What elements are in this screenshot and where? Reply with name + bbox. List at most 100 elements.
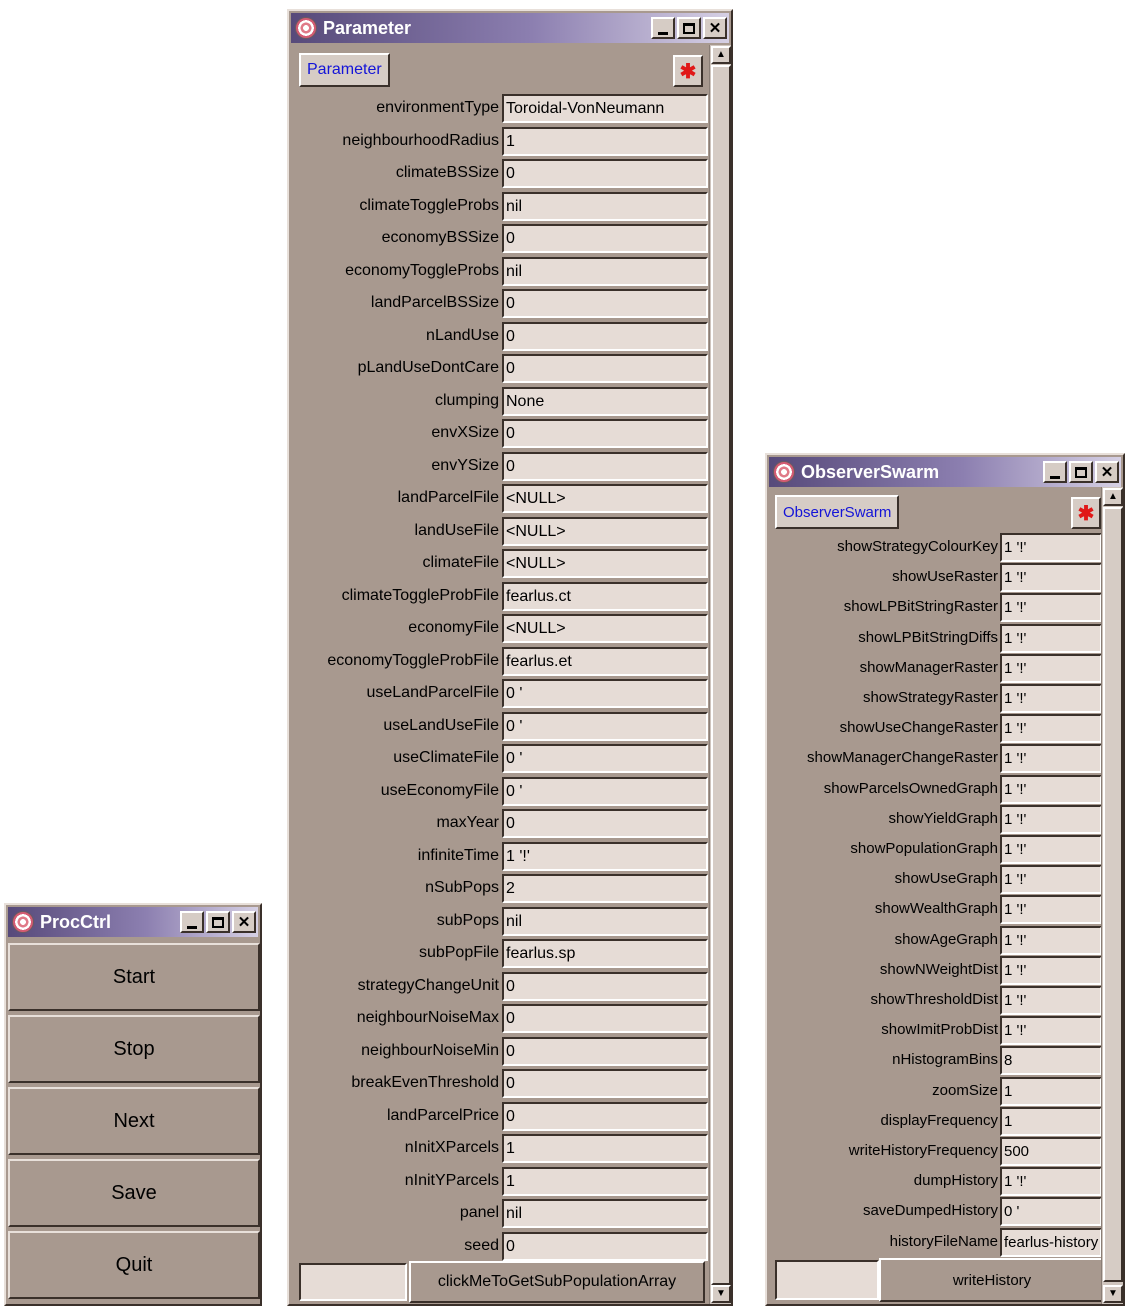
field-label: economyToggleProbs <box>345 261 499 279</box>
field-value-input[interactable]: 0 <box>502 224 708 253</box>
get-subpopulation-array-button[interactable]: clickMeToGetSubPopulationArray <box>409 1261 705 1303</box>
bug-close-icon[interactable]: ✱ <box>673 55 703 87</box>
start-button[interactable]: Start <box>8 943 260 1011</box>
field-value-input[interactable]: 1 '!' <box>1000 986 1102 1015</box>
field-value-input[interactable]: 0 <box>502 451 708 481</box>
scroll-thumb[interactable] <box>711 65 731 1285</box>
field-value-input[interactable]: 1 '!' <box>1000 1167 1102 1197</box>
observer-scrollbar[interactable]: ▲ ▼ <box>1101 487 1123 1304</box>
field-value-input[interactable]: 1 '!' <box>1000 774 1102 804</box>
field-value-input[interactable]: 0 ' <box>502 711 708 741</box>
field-value-input[interactable]: 0 <box>502 419 708 448</box>
field-value-input[interactable]: <NULL> <box>502 614 708 643</box>
minimize-icon[interactable] <box>651 17 675 39</box>
scroll-down-arrow-icon[interactable]: ▼ <box>711 1285 731 1303</box>
field-value-input[interactable]: fearlus-history <box>1000 1227 1102 1257</box>
field-value-input[interactable]: 1 '!' <box>1000 563 1102 593</box>
field-value-input[interactable]: 0 <box>502 1101 708 1131</box>
save-button[interactable]: Save <box>8 1159 260 1227</box>
field-value-input[interactable]: 0 ' <box>502 776 708 806</box>
field-label: showStrategyColourKey <box>837 538 998 555</box>
write-history-button[interactable]: writeHistory <box>879 1258 1105 1302</box>
field-value-input[interactable]: 1 '!' <box>1000 865 1102 895</box>
field-row: historyFileName fearlus-history <box>767 1227 1103 1257</box>
field-value-input[interactable]: fearlus.ct <box>502 581 708 611</box>
field-value-input[interactable]: 0 <box>502 1231 708 1261</box>
field-value-input[interactable]: 0 <box>502 1036 708 1066</box>
field-value-input[interactable]: 0 <box>502 809 708 838</box>
stop-button[interactable]: Stop <box>8 1015 260 1083</box>
field-value-input[interactable]: 1 <box>502 126 708 156</box>
field-value-input[interactable]: nil <box>502 906 708 936</box>
field-row: strategyChangeUnit 0 <box>289 971 708 1001</box>
field-value-input[interactable]: 1 '!' <box>1000 895 1102 925</box>
field-value-input[interactable]: 0 <box>502 1069 708 1098</box>
field-value-input[interactable]: 0 <box>502 354 708 383</box>
field-value-input[interactable]: 0 <box>502 289 708 318</box>
field-label: showThresholdDist <box>870 991 998 1008</box>
field-value-input[interactable]: 0 <box>502 971 708 1001</box>
field-value-input[interactable]: None <box>502 386 708 416</box>
field-value-input[interactable]: <NULL> <box>502 549 708 578</box>
field-value-input[interactable]: 1 <box>502 1166 708 1196</box>
field-value-input[interactable]: <NULL> <box>502 516 708 546</box>
observerswarm-tag-button[interactable]: ObserverSwarm <box>775 495 900 529</box>
field-value-input[interactable]: nil <box>502 256 708 286</box>
bug-close-icon[interactable]: ✱ <box>1071 497 1101 529</box>
field-value-input[interactable]: 0 ' <box>1000 1197 1102 1227</box>
maximize-icon[interactable] <box>206 911 230 933</box>
field-value-input[interactable]: 1 <box>1000 1076 1102 1106</box>
field-value-input[interactable]: 500 <box>1000 1137 1102 1166</box>
field-label: displayFrequency <box>880 1111 998 1129</box>
next-button[interactable]: Next <box>8 1087 260 1155</box>
field-value-input[interactable]: 1 '!' <box>1000 1016 1102 1046</box>
field-value-input[interactable]: 0 ' <box>502 679 708 708</box>
field-value-input[interactable]: 8 <box>1000 1046 1102 1076</box>
field-value-input[interactable]: 1 '!' <box>1000 593 1102 623</box>
field-value-input[interactable]: 1 '!' <box>1000 955 1102 985</box>
field-row: landParcelFile <NULL> <box>289 483 708 513</box>
field-row: environmentType Toroidal-VonNeumann <box>289 93 708 123</box>
field-value-input[interactable]: 1 '!' <box>1000 684 1102 713</box>
field-value-input[interactable]: 1 '!' <box>1000 925 1102 955</box>
minimize-icon[interactable] <box>180 911 204 933</box>
field-value-input[interactable]: 0 ' <box>502 744 708 773</box>
parameter-scrollbar[interactable]: ▲ ▼ <box>709 45 731 1304</box>
parameter-tag-button[interactable]: Parameter <box>299 53 390 87</box>
maximize-icon[interactable] <box>677 17 701 39</box>
field-value-input[interactable]: fearlus.sp <box>502 939 708 968</box>
procctrl-titlebar[interactable]: ProcCtrl ✕ <box>8 907 258 937</box>
scroll-down-arrow-icon[interactable]: ▼ <box>1103 1285 1123 1303</box>
scroll-up-arrow-icon[interactable]: ▲ <box>711 46 731 64</box>
field-value-input[interactable]: fearlus.et <box>502 646 708 676</box>
field-value-input[interactable]: 1 '!' <box>1000 653 1102 683</box>
field-value-input[interactable]: 1 '!' <box>1000 744 1102 774</box>
field-value-input[interactable]: Toroidal-VonNeumann <box>502 94 708 123</box>
scroll-thumb[interactable] <box>1103 507 1123 1282</box>
scroll-up-arrow-icon[interactable]: ▲ <box>1103 488 1123 506</box>
field-value-input[interactable]: 1 '!' <box>1000 804 1102 834</box>
field-value-input[interactable]: 1 <box>502 1134 708 1163</box>
field-value-input[interactable]: 1 '!' <box>1000 533 1102 562</box>
close-icon[interactable]: ✕ <box>703 17 727 39</box>
field-value-input[interactable]: 1 '!' <box>502 841 708 871</box>
observerswarm-titlebar[interactable]: ObserverSwarm ✕ <box>769 457 1121 487</box>
field-value-input[interactable]: 1 '!' <box>1000 623 1102 653</box>
field-value-input[interactable]: 0 <box>502 321 708 351</box>
maximize-icon[interactable] <box>1069 461 1093 483</box>
field-value-input[interactable]: 1 '!' <box>1000 835 1102 864</box>
field-label: climateFile <box>422 554 499 571</box>
field-value-input[interactable]: 1 <box>1000 1106 1102 1136</box>
close-icon[interactable]: ✕ <box>1095 461 1119 483</box>
field-value-input[interactable]: nil <box>502 1199 708 1228</box>
parameter-titlebar[interactable]: Parameter ✕ <box>291 13 729 43</box>
field-value-input[interactable]: 1 '!' <box>1000 714 1102 744</box>
field-value-input[interactable]: 2 <box>502 874 708 903</box>
field-value-input[interactable]: 0 <box>502 159 708 188</box>
field-value-input[interactable]: 0 <box>502 1004 708 1033</box>
close-icon[interactable]: ✕ <box>232 911 256 933</box>
field-value-input[interactable]: <NULL> <box>502 484 708 513</box>
minimize-icon[interactable] <box>1043 461 1067 483</box>
quit-button[interactable]: Quit <box>8 1231 260 1299</box>
field-value-input[interactable]: nil <box>502 191 708 221</box>
